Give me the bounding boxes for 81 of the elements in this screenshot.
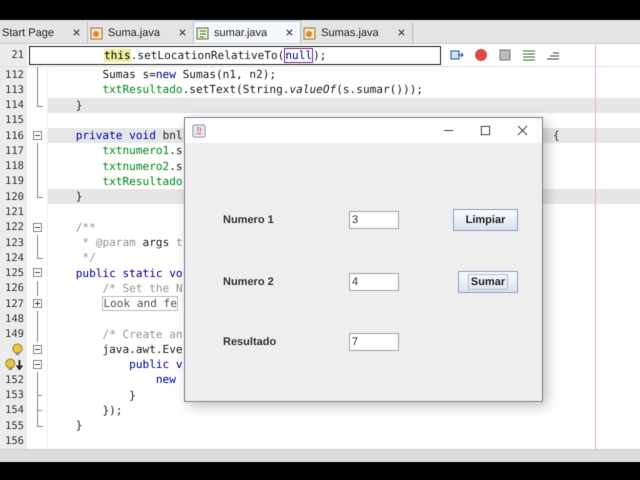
code-line: new <box>154 373 176 386</box>
code-brace: { <box>553 129 560 142</box>
line-number: 127 <box>5 298 24 310</box>
tab-label: Suma.java <box>108 26 160 38</box>
code-line: } <box>74 98 82 112</box>
field-label: Resultado <box>223 336 278 348</box>
input-field[interactable]: 3 <box>349 211 399 229</box>
field-label: Numero 1 <box>223 214 275 226</box>
expand-icon[interactable] <box>33 298 42 308</box>
close-icon[interactable] <box>396 28 406 37</box>
code-line: /* Set the N <box>101 282 183 295</box>
code-line: public static vo <box>74 266 183 280</box>
collapse-icon[interactable] <box>33 222 42 232</box>
line-number: 126 <box>5 282 24 294</box>
code-line: txtnumero2.s <box>101 160 183 173</box>
editor-tab[interactable]: Start Page <box>0 22 88 43</box>
line-number: 21 <box>11 49 24 61</box>
close-icon[interactable] <box>72 28 81 37</box>
stop-icon[interactable] <box>497 47 513 63</box>
tab-label: Start Page <box>2 26 54 38</box>
line-number: 117 <box>5 144 24 157</box>
code-line: } <box>74 190 82 204</box>
line-number: 116 <box>5 130 24 142</box>
line-number: 115 <box>5 114 24 126</box>
line-number: 124 <box>5 252 24 264</box>
close-icon[interactable] <box>178 28 187 37</box>
line-number: 125 <box>5 267 24 280</box>
collapse-icon[interactable] <box>33 268 42 278</box>
line-number: 148 <box>5 312 24 325</box>
line-number: 152 <box>5 374 24 386</box>
line-number: 113 <box>5 84 24 96</box>
line-number: 112 <box>5 68 24 81</box>
line-number: 120 <box>5 190 24 203</box>
editor-tab[interactable]: Sumas.java <box>301 22 413 43</box>
line-number: 123 <box>5 236 24 249</box>
collapse-icon[interactable] <box>33 131 42 140</box>
line-number: 119 <box>5 175 24 188</box>
close-icon[interactable] <box>517 125 528 136</box>
line-number: 156 <box>5 435 24 447</box>
action-button[interactable]: Limpiar <box>453 209 518 231</box>
maximize-icon[interactable] <box>480 125 491 136</box>
code-line: /* Create an <box>101 328 183 341</box>
line-number: 154 <box>5 404 24 416</box>
code-line: */ <box>81 251 96 264</box>
code-line: } <box>128 388 136 402</box>
code-line: public v <box>128 358 183 372</box>
code-line: java.awt.Eve <box>101 342 183 356</box>
input-field[interactable]: 7 <box>349 333 399 351</box>
java-file-icon <box>90 26 104 40</box>
lightbulb-arrow-icon[interactable] <box>4 358 24 372</box>
line-number: 114 <box>5 99 24 112</box>
action-button[interactable]: Sumar <box>458 271 518 293</box>
editor-tab[interactable]: Suma.java <box>88 22 194 43</box>
code-line: /** <box>74 220 96 234</box>
collapse-icon[interactable] <box>33 344 42 354</box>
tab-label: sumar.java <box>214 26 268 38</box>
close-icon[interactable] <box>285 28 294 37</box>
line-number: 118 <box>5 160 24 172</box>
line-number: 155 <box>5 420 24 432</box>
code-line: txtnumero1.s <box>101 144 183 158</box>
line-number: 149 <box>5 328 24 340</box>
java-file-icon <box>303 26 318 40</box>
code-line: }); <box>101 404 122 417</box>
java-cup-icon <box>192 124 206 138</box>
code-line: } <box>74 419 82 432</box>
field-label: Numero 2 <box>223 276 275 288</box>
code-line: txtResultado <box>101 174 183 188</box>
code-line: txtResultado.setText(String.valueOf(s.sumar())); <box>101 83 424 96</box>
line-number: 153 <box>5 389 24 402</box>
line-number: 122 <box>5 221 24 234</box>
editor-tab[interactable]: sumar.java <box>194 20 302 43</box>
code-line: Sumas s=new Sumas(n1, n2); <box>101 68 276 82</box>
tab-label: Sumas.java <box>321 26 379 38</box>
record-icon[interactable] <box>473 47 489 63</box>
collapse-icon[interactable] <box>33 360 42 370</box>
code-line: * @param args t <box>81 236 183 250</box>
horizontal-scrollbar[interactable] <box>0 449 640 462</box>
input-field[interactable]: 4 <box>349 273 399 291</box>
form-file-icon <box>196 26 210 40</box>
code-line: private void bnl <box>74 129 183 142</box>
line-number: 121 <box>5 206 24 218</box>
